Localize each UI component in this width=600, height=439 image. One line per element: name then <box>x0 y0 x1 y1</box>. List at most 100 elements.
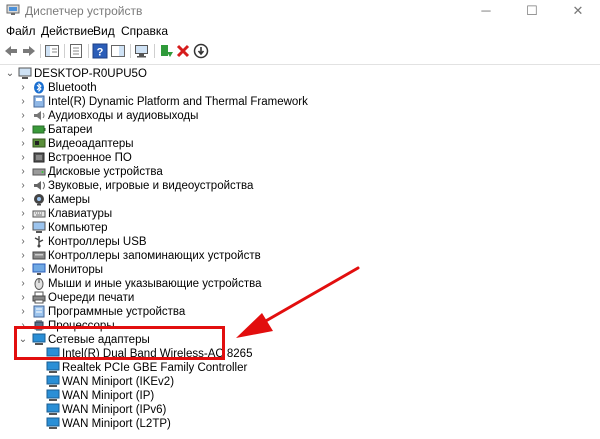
tree-item-label: WAN Miniport (L2TP) <box>62 418 171 430</box>
chevron-right-icon[interactable]: › <box>18 263 28 277</box>
toolbar-separator <box>64 44 65 58</box>
chevron-right-icon[interactable]: › <box>18 123 28 137</box>
chevron-right-icon[interactable]: › <box>18 305 28 319</box>
tree-item-wan-ipv6[interactable]: WAN Miniport (IPv6) <box>0 403 560 417</box>
tree-item-sound-video[interactable]: › Звуковые, игровые и видеоустройства <box>0 179 560 193</box>
chevron-right-icon[interactable]: › <box>18 165 28 179</box>
tree-item-cameras[interactable]: › Камеры <box>0 193 560 207</box>
tree-item-storage-controllers[interactable]: › Контроллеры запоминающих устройств <box>0 249 560 263</box>
bluetooth-icon <box>34 81 44 94</box>
tree-item-label: Компьютер <box>48 222 108 234</box>
update-driver-icon[interactable] <box>158 43 174 59</box>
tree-item-wan-ikev2[interactable]: WAN Miniport (IKEv2) <box>0 375 560 389</box>
tree-item-thermal-framework[interactable]: › Intel(R) Dynamic Platform and Thermal … <box>0 95 560 109</box>
tree-item-label: Батареи <box>48 124 93 136</box>
computer-icon <box>18 67 32 79</box>
tree-item-label: WAN Miniport (IKEv2) <box>62 376 175 388</box>
chevron-right-icon[interactable]: › <box>18 95 28 109</box>
chevron-right-icon[interactable]: › <box>18 291 28 305</box>
window-title: Диспетчер устройств <box>25 4 143 18</box>
chevron-right-icon[interactable]: › <box>18 221 28 235</box>
help-icon[interactable]: ? <box>92 43 108 59</box>
toolbar-separator <box>40 44 41 58</box>
monitor-icon <box>32 263 46 275</box>
sound-video-icon <box>34 181 45 190</box>
tree-item-label: Контроллеры запоминающих устройств <box>48 250 261 262</box>
disable-device-icon[interactable] <box>193 43 209 59</box>
maximize-button[interactable]: ☐ <box>510 0 554 22</box>
minimize-button[interactable]: ─ <box>464 0 508 22</box>
tree-item-usb-controllers[interactable]: › Контроллеры USB <box>0 235 560 249</box>
tree-item-label: Звуковые, игровые и видеоустройства <box>48 180 254 192</box>
close-button[interactable]: ✕ <box>556 0 600 22</box>
system-device-icon <box>33 95 45 108</box>
chevron-right-icon[interactable]: › <box>18 137 28 151</box>
menu-action[interactable]: Действие <box>41 24 94 38</box>
camera-icon <box>34 194 44 206</box>
chevron-down-icon[interactable]: ⌄ <box>5 67 15 81</box>
network-adapter-icon <box>46 403 60 415</box>
highlight-box <box>14 326 225 360</box>
tree-item-label: Программные устройства <box>48 306 186 318</box>
tree-item-label: Мониторы <box>48 264 104 276</box>
tree-item-keyboards[interactable]: › Клавиатуры <box>0 207 560 221</box>
tree-root-label: DESKTOP-R0UPU5O <box>34 68 147 80</box>
title-bar: Диспетчер устройств ─ ☐ ✕ <box>0 0 600 22</box>
toolbar: ? <box>0 40 600 62</box>
chevron-right-icon[interactable]: › <box>18 81 28 95</box>
tree-item-label: Bluetooth <box>48 82 97 94</box>
chevron-right-icon[interactable]: › <box>18 109 28 123</box>
network-adapter-icon <box>46 389 60 401</box>
menu-bar: Файл Действие Вид Справка <box>0 22 600 40</box>
menu-view[interactable]: Вид <box>93 24 115 38</box>
network-adapter-icon <box>46 417 60 429</box>
usb-icon <box>34 236 44 248</box>
menu-help[interactable]: Справка <box>121 24 168 38</box>
tree-item-monitors[interactable]: › Мониторы <box>0 263 560 277</box>
tree-item-label: Аудиовходы и аудиовыходы <box>48 110 199 122</box>
chevron-right-icon[interactable]: › <box>18 193 28 207</box>
tree-item-wan-ip[interactable]: WAN Miniport (IP) <box>0 389 560 403</box>
tree-item-firmware[interactable]: › Встроенное ПО <box>0 151 560 165</box>
chevron-right-icon[interactable]: › <box>18 151 28 165</box>
computer-icon <box>32 221 46 233</box>
tree-item-label: Видеоадаптеры <box>48 138 134 150</box>
battery-icon <box>32 125 46 134</box>
tree-item-label: Встроенное ПО <box>48 152 132 164</box>
printer-icon <box>32 291 46 304</box>
mouse-icon <box>34 278 44 290</box>
tree-root-computer[interactable]: ⌄ DESKTOP-R0UPU5O <box>0 67 560 81</box>
properties-icon[interactable] <box>68 43 84 59</box>
show-hide-console-tree-icon[interactable] <box>44 43 60 59</box>
tree-item-bluetooth[interactable]: › Bluetooth <box>0 81 560 95</box>
tree-item-batteries[interactable]: › Батареи <box>0 123 560 137</box>
svg-text:?: ? <box>97 47 104 59</box>
tree-item-software-devices[interactable]: › Программные устройства <box>0 305 560 319</box>
tree-item-ethernet-adapter[interactable]: Realtek PCIe GBE Family Controller <box>0 361 560 375</box>
tree-item-mice[interactable]: › Мыши и иные указывающие устройства <box>0 277 560 291</box>
chevron-right-icon[interactable]: › <box>18 249 28 263</box>
tree-item-disk-drives[interactable]: › Дисковые устройства <box>0 165 560 179</box>
tree-item-computer[interactable]: › Компьютер <box>0 221 560 235</box>
toolbar-separator <box>88 44 89 58</box>
toolbar-separator <box>130 44 131 58</box>
uninstall-icon[interactable] <box>175 43 191 59</box>
tree-item-print-queues[interactable]: › Очереди печати <box>0 291 560 305</box>
action-pane-icon[interactable] <box>110 43 126 59</box>
scan-hardware-icon[interactable] <box>134 43 150 59</box>
forward-icon[interactable] <box>21 43 37 59</box>
tree-item-audio-io[interactable]: › Аудиовходы и аудиовыходы <box>0 109 560 123</box>
tree-item-wan-l2tp[interactable]: WAN Miniport (L2TP) <box>0 417 560 431</box>
menu-file[interactable]: Файл <box>6 24 36 38</box>
tree-item-label: Клавиатуры <box>48 208 113 220</box>
back-icon[interactable] <box>3 43 19 59</box>
tree-item-label: Контроллеры USB <box>48 236 147 248</box>
chevron-right-icon[interactable]: › <box>18 235 28 249</box>
tree-item-display-adapters[interactable]: › Видеоадаптеры <box>0 137 560 151</box>
tree-item-label: Intel(R) Dynamic Platform and Thermal Fr… <box>48 96 308 108</box>
chevron-right-icon[interactable]: › <box>18 207 28 221</box>
chevron-right-icon[interactable]: › <box>18 179 28 193</box>
keyboard-icon <box>32 210 46 218</box>
tree-item-label: WAN Miniport (IPv6) <box>62 404 167 416</box>
chevron-right-icon[interactable]: › <box>18 277 28 291</box>
